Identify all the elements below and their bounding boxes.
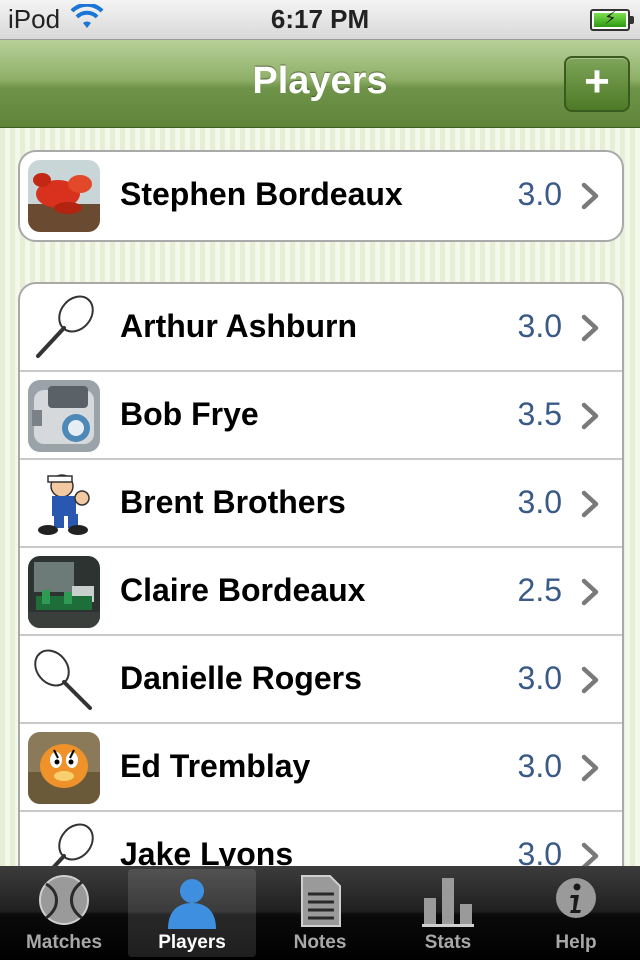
tab-notes[interactable]: Notes <box>256 866 384 960</box>
chevron-right-icon <box>578 314 602 342</box>
cartoon-cat-avatar <box>28 732 100 804</box>
player-row[interactable]: Arthur Ashburn 3.0 <box>20 284 622 372</box>
chevron-right-icon <box>578 182 602 210</box>
chevron-right-icon <box>578 754 602 782</box>
player-row[interactable]: Jake Lyons 3.0 <box>20 812 622 866</box>
train-photo-avatar <box>28 380 100 452</box>
player-row[interactable]: Brent Brothers 3.0 <box>20 460 622 548</box>
room-photo-avatar <box>28 556 100 628</box>
tennis-ball-icon <box>34 872 94 928</box>
my-player-row[interactable]: Stephen Bordeaux 3.0 <box>20 152 622 240</box>
player-row[interactable]: Danielle Rogers 3.0 <box>20 636 622 724</box>
my-player-group: Stephen Bordeaux 3.0 <box>18 150 624 242</box>
tab-label: Players <box>158 932 226 953</box>
plus-icon: + <box>584 57 610 106</box>
nav-bar: Players + <box>0 40 640 128</box>
player-rating: 3.0 <box>517 748 562 784</box>
tab-label: Stats <box>424 932 472 953</box>
player-row[interactable]: Bob Frye 3.5 <box>20 372 622 460</box>
person-icon <box>162 875 222 931</box>
player-name: Jake Lyons <box>120 836 294 866</box>
players-list-view[interactable]: Stephen Bordeaux 3.0 Arthur Ashburn 3.0 <box>0 128 640 866</box>
player-rating: 3.0 <box>517 308 562 344</box>
document-icon <box>290 872 350 928</box>
player-name: Claire Bordeaux <box>120 572 366 608</box>
racket-icon <box>28 644 100 716</box>
chevron-right-icon <box>578 842 602 866</box>
chevron-right-icon <box>578 490 602 518</box>
player-name: Arthur Ashburn <box>120 308 358 344</box>
racket-icon <box>28 820 100 866</box>
tab-label: Help <box>555 932 597 953</box>
info-icon <box>546 872 606 928</box>
player-name: Ed Tremblay <box>120 748 311 784</box>
lobster-avatar <box>28 160 100 232</box>
players-group: Arthur Ashburn 3.0 Bob Frye 3.5 Brent Br… <box>18 282 624 866</box>
player-rating: 3.0 <box>517 176 562 212</box>
player-name: Danielle Rogers <box>120 660 362 696</box>
racket-icon <box>28 292 100 364</box>
tab-help[interactable]: Help <box>512 866 640 960</box>
tab-matches[interactable]: Matches <box>0 866 128 960</box>
tab-label: Notes <box>293 932 347 953</box>
tab-label: Matches <box>25 932 103 953</box>
player-name: Brent Brothers <box>120 484 346 520</box>
tab-stats[interactable]: Stats <box>384 866 512 960</box>
bar-chart-icon <box>418 872 478 928</box>
chevron-right-icon <box>578 578 602 606</box>
page-title: Players <box>252 60 388 102</box>
chevron-right-icon <box>578 666 602 694</box>
chevron-right-icon <box>578 402 602 430</box>
tab-players[interactable]: Players <box>128 869 256 957</box>
player-rating: 3.0 <box>517 484 562 520</box>
add-player-button[interactable]: + <box>564 56 630 112</box>
player-rating: 3.5 <box>517 396 562 432</box>
cartoon-sailor-avatar <box>28 468 100 540</box>
status-time: 6:17 PM <box>270 4 370 34</box>
tab-bar: Matches Players Notes Stats Help <box>0 866 640 960</box>
status-bar: iPod 6:17 PM ⚡ <box>0 0 640 40</box>
player-rating: 3.0 <box>517 660 562 696</box>
player-rating: 3.0 <box>517 836 562 866</box>
battery-icon: ⚡ <box>590 9 634 31</box>
player-row[interactable]: Ed Tremblay 3.0 <box>20 724 622 812</box>
player-name: Bob Frye <box>120 396 259 432</box>
player-row[interactable]: Claire Bordeaux 2.5 <box>20 548 622 636</box>
player-name: Stephen Bordeaux <box>120 176 403 212</box>
player-rating: 2.5 <box>517 572 562 608</box>
